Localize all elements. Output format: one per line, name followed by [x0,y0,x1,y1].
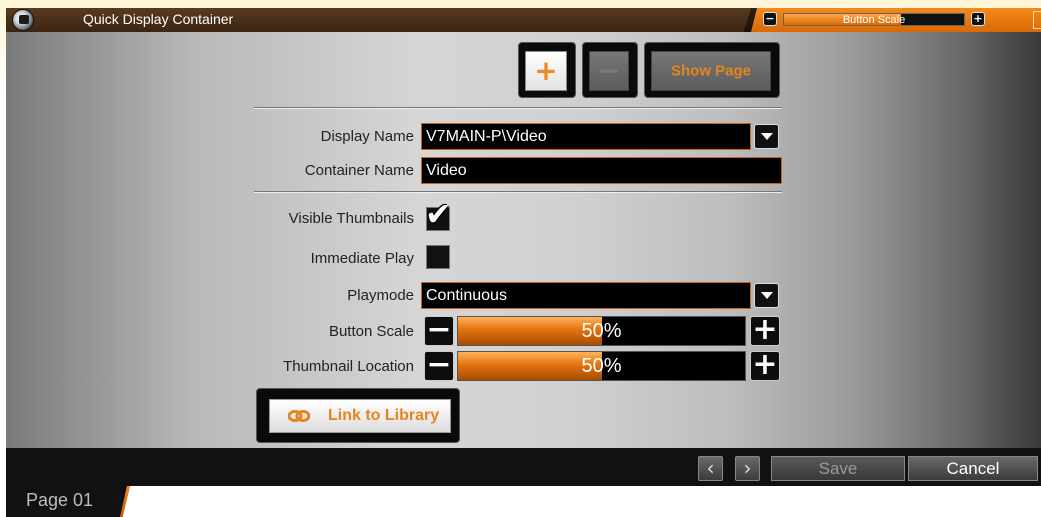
container-name-input[interactable]: Video [421,157,782,184]
thumbnail-location-minus-button[interactable]: − [424,350,454,381]
add-button[interactable]: + [518,42,576,98]
remove-button-face: − [589,51,629,91]
show-page-button-face: Show Page [651,51,771,91]
page-tab-label: Page 01 [26,490,94,510]
add-button-face: + [525,51,567,91]
link-icon [288,410,310,422]
playmode-label: Playmode [347,287,414,304]
content-panel: + − Show Page Display Name V7MAIN-P\Vide… [6,32,1041,448]
bottom-bar: ‹ › Save Cancel [6,448,1041,486]
window-title: Quick Display Container [83,11,234,27]
checkmark-icon: ✔ [425,195,452,233]
divider-middle [254,191,782,192]
immediate-play-checkbox[interactable] [426,245,450,269]
button-scale-plus-button[interactable]: + [750,315,780,346]
scale-minus-button[interactable]: − [763,12,777,26]
thumbnail-location-value: 50% [581,355,622,377]
link-to-library-button[interactable]: Link to Library [256,388,460,443]
remove-button[interactable]: − [582,42,638,98]
title-button-scale: − Button Scale + [763,12,989,28]
display-name-dropdown-button[interactable] [754,124,779,149]
title-bar: Quick Display Container − Button Scale + [6,8,1041,32]
plus-icon: + [534,54,558,87]
button-scale-label: Button Scale [328,323,414,340]
container-name-label: Container Name [304,162,414,179]
scale-plus-button[interactable]: + [971,12,985,26]
thumbnail-location-label: Thumbnail Location [283,358,414,375]
app-logo-icon[interactable] [12,9,34,31]
playmode-dropdown-button[interactable] [754,283,779,308]
show-page-button[interactable]: Show Page [644,42,780,98]
page-tab[interactable]: Page 01 [6,486,130,517]
next-arrow-icon[interactable]: › [735,456,760,481]
thumbnail-location-plus-button[interactable]: + [750,350,780,381]
save-button[interactable]: Save [771,456,905,481]
quick-display-container-window: Quick Display Container − Button Scale +… [6,8,1041,486]
display-name-label: Display Name [320,128,414,145]
visible-thumbnails-label: Visible Thumbnails [288,210,414,227]
scale-slider-label: Button Scale [842,14,906,26]
scale-slider[interactable]: Button Scale [783,13,965,26]
link-to-library-label: Link to Library [328,407,440,424]
previous-arrow-icon[interactable]: ‹ [698,456,723,481]
minus-icon: − [597,54,621,87]
button-scale-minus-button[interactable]: − [424,315,454,346]
button-scale-slider[interactable]: 50% [457,316,746,346]
button-scale-value: 50% [581,320,622,342]
divider-top [254,107,782,108]
link-to-library-face: Link to Library [269,399,451,433]
cancel-button[interactable]: Cancel [908,456,1038,481]
thumbnail-location-slider[interactable]: 50% [457,351,746,381]
display-name-field[interactable]: V7MAIN-P\Video [421,123,751,150]
show-page-label: Show Page [670,62,752,80]
immediate-play-label: Immediate Play [310,250,414,267]
visible-thumbnails-checkbox[interactable]: ✔ [425,196,452,232]
playmode-select[interactable]: Continuous [421,282,751,309]
window-corner-icon[interactable] [1033,11,1041,29]
